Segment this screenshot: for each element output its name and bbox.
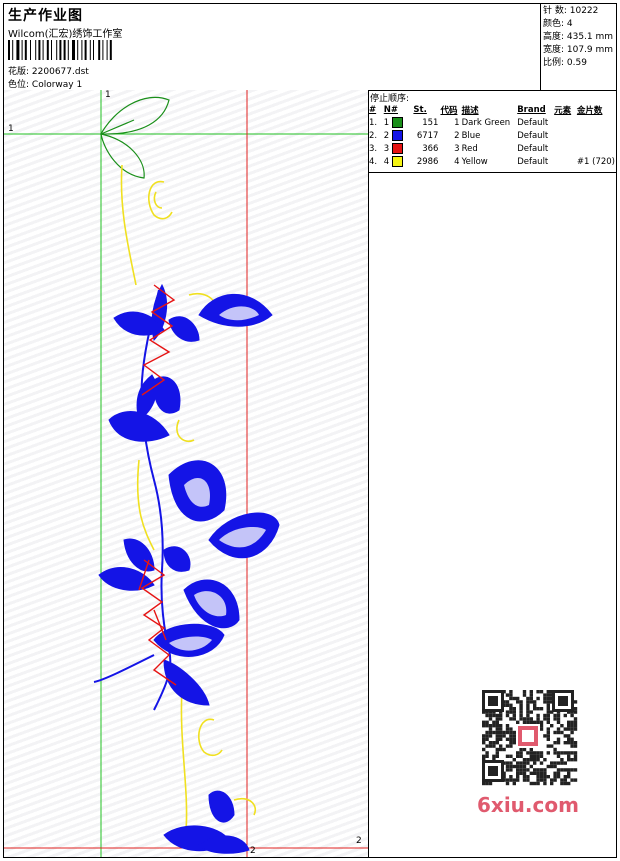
design-canvas[interactable]: 1 1 2 2 — [4, 90, 369, 857]
cell-n-value: 4 — [383, 157, 390, 167]
stat-stitches: 针 数: 10222 — [543, 6, 599, 16]
col-code: 代码 — [440, 105, 458, 116]
cell-code: 1 — [454, 117, 460, 128]
production-worksheet: 生产作业图 Wilcom(汇宏)绣饰工作室 花版: 2200677.dst 色位… — [3, 3, 617, 858]
cell-element — [553, 142, 576, 155]
cell-description: Dark Green — [461, 117, 511, 128]
color-swatch — [391, 143, 403, 154]
cell-sequin — [576, 129, 616, 142]
cell-stitches: 151 — [422, 117, 439, 128]
cell-num: 3. — [369, 143, 378, 154]
green-guide-top-label: 1 — [105, 90, 111, 100]
cell-description: Yellow — [461, 156, 488, 167]
cell-sequin — [576, 116, 616, 129]
table-row[interactable]: 4. 4 2986 4 Yellow Default #1 (720) — [368, 155, 616, 168]
cell-num: 4. — [369, 156, 378, 167]
company-name: Wilcom(汇宏)绣饰工作室 — [8, 29, 123, 40]
col-desc: 描述 — [461, 105, 479, 116]
table-header-row: # N# St. 代码 描述 Brand 元素 金片数 — [368, 103, 616, 116]
color-swatch — [391, 156, 403, 167]
cell-n-value: 1 — [383, 118, 390, 128]
cell-description: Blue — [461, 130, 481, 141]
cell-code: 3 — [454, 143, 460, 154]
green-leaves — [100, 96, 170, 179]
color-swatch — [391, 130, 403, 141]
table-row[interactable]: 1. 1 151 1 Dark Green Default — [368, 116, 616, 129]
cell-brand: Default — [517, 156, 549, 167]
stat-width: 宽度: 107.9 mm — [543, 45, 614, 55]
color-swatch — [391, 117, 403, 128]
cell-element — [553, 155, 576, 168]
cell-n: 2 — [383, 129, 413, 142]
red-guide-bottom-label: 2 — [250, 846, 256, 856]
cell-stitches: 6717 — [416, 130, 439, 141]
site-logo: 6xiu.com — [477, 793, 579, 817]
stop-sequence-panel: 停止顺序: # N# St. 代码 描述 Brand 元素 金片数 1. 1 15… — [368, 90, 616, 173]
col-n: N# — [383, 104, 398, 115]
col-num: # — [369, 104, 377, 115]
cell-code: 4 — [454, 156, 460, 167]
col-element: 元素 — [554, 105, 572, 116]
col-st: St. — [413, 104, 427, 115]
design-label: 花版: — [8, 67, 30, 77]
col-brand: Brand — [517, 104, 546, 115]
col-sequin: 金片数 — [576, 105, 603, 116]
cell-n-value: 2 — [383, 131, 390, 141]
cell-brand: Default — [517, 130, 549, 141]
cell-num: 2. — [369, 130, 378, 141]
cell-n: 1 — [383, 116, 413, 129]
table-row[interactable]: 2. 2 6717 2 Blue Default — [368, 129, 616, 142]
header: 生产作业图 Wilcom(汇宏)绣饰工作室 花版: 2200677.dst 色位… — [4, 4, 616, 91]
colorway-label: 色位: — [8, 80, 30, 90]
stats-panel: 针 数: 10222 颜色: 4 高度: 435.1 mm 宽度: 107.9 … — [540, 4, 616, 90]
table-row[interactable]: 3. 3 366 3 Red Default — [368, 142, 616, 155]
cell-stitches: 2986 — [416, 156, 439, 167]
cell-sequin: #1 (720) — [576, 156, 615, 167]
cell-n: 4 — [383, 155, 413, 168]
cell-brand: Default — [517, 117, 549, 128]
page-title: 生产作业图 — [8, 8, 83, 24]
cell-element — [553, 116, 576, 129]
cell-sequin — [576, 142, 616, 155]
stat-scale: 比例: 0.59 — [543, 58, 587, 68]
colorway: 色位: Colorway 1 — [8, 77, 82, 90]
green-guide-left-label: 1 — [8, 124, 14, 134]
red-guide-right-label: 2 — [356, 836, 362, 846]
cell-n-value: 3 — [383, 144, 390, 154]
stop-sequence-table: # N# St. 代码 描述 Brand 元素 金片数 1. 1 151 1 Dark… — [368, 103, 616, 168]
cell-brand: Default — [517, 143, 549, 154]
stat-colors: 颜色: 4 — [543, 19, 573, 29]
colorway-value: Colorway 1 — [31, 80, 83, 90]
cell-stitches: 366 — [422, 143, 439, 154]
cell-description: Red — [461, 143, 478, 154]
design-file: 花版: 2200677.dst — [8, 64, 89, 77]
stat-height: 高度: 435.1 mm — [543, 32, 614, 42]
cell-n: 3 — [383, 142, 413, 155]
blue-leaves — [98, 283, 280, 854]
barcode-icon — [8, 40, 112, 60]
cell-element — [553, 129, 576, 142]
design-value: 2200677.dst — [31, 67, 89, 77]
cell-code: 2 — [454, 130, 460, 141]
embroidery-preview — [4, 90, 368, 857]
cell-num: 1. — [369, 117, 378, 128]
